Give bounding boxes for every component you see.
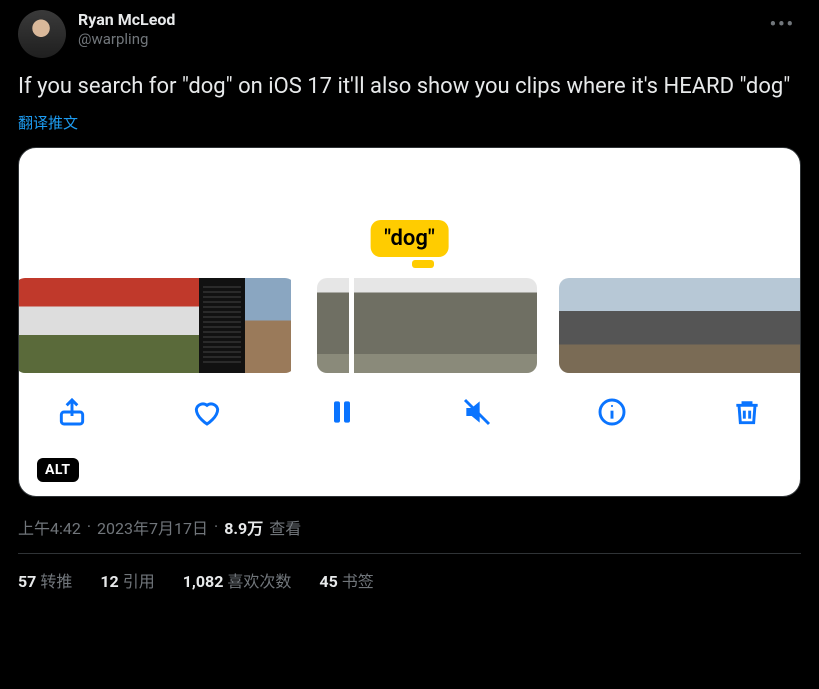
info-icon[interactable] xyxy=(595,395,629,429)
thumbnail xyxy=(732,278,775,373)
views-count: 8.9万 xyxy=(224,515,263,539)
thumbnail xyxy=(646,278,689,373)
pause-icon[interactable] xyxy=(325,395,359,429)
likes-count: 1,082 xyxy=(183,572,224,591)
trash-icon[interactable] xyxy=(730,395,764,429)
mute-icon[interactable] xyxy=(460,395,494,429)
caption-bubble: "dog" xyxy=(370,220,449,257)
views-label: 查看 xyxy=(269,515,301,539)
avatar[interactable] xyxy=(18,10,66,58)
tweet-time[interactable]: 上午4:42 xyxy=(18,515,81,539)
stats-row: 57转推 12 引用 1,082喜欢次数 45 书签 xyxy=(18,554,801,592)
clip-group[interactable] xyxy=(559,278,801,373)
retweets-count: 57 xyxy=(18,572,36,591)
alt-badge[interactable]: ALT xyxy=(37,458,79,482)
bookmarks-label: 书签 xyxy=(342,572,374,591)
thumbnail xyxy=(245,278,291,373)
quotes-stat[interactable]: 12 引用 xyxy=(100,568,154,592)
playhead-marker xyxy=(412,260,434,268)
bookmarks-count: 45 xyxy=(319,572,337,591)
media-top: "dog" xyxy=(19,148,800,278)
thumbnail xyxy=(427,278,537,373)
playhead-icon[interactable] xyxy=(349,278,354,373)
media-card[interactable]: "dog" xyxy=(18,147,801,497)
media-toolbar xyxy=(19,373,800,429)
video-timeline[interactable] xyxy=(19,278,800,373)
thumbnail xyxy=(18,278,61,373)
separator-dot: · xyxy=(214,517,218,536)
clip-group[interactable] xyxy=(18,278,295,373)
thumbnail xyxy=(107,278,153,373)
likes-stat[interactable]: 1,082喜欢次数 xyxy=(183,568,292,592)
thumbnail xyxy=(776,278,801,373)
quotes-count: 12 xyxy=(100,572,118,591)
clip-group[interactable] xyxy=(317,278,537,373)
thumbnail xyxy=(61,278,107,373)
thumbnail xyxy=(199,278,245,373)
thumbnail xyxy=(153,278,199,373)
thumbnail xyxy=(602,278,645,373)
display-name: Ryan McLeod xyxy=(78,10,175,30)
heart-icon[interactable] xyxy=(190,395,224,429)
retweets-stat[interactable]: 57转推 xyxy=(18,568,72,592)
tweet-date[interactable]: 2023年7月17日 xyxy=(97,515,208,539)
thumbnail xyxy=(559,278,602,373)
meta-row: 上午4:42 · 2023年7月17日 · 8.9万 查看 xyxy=(18,515,801,554)
author-block[interactable]: Ryan McLeod @warpling xyxy=(78,10,175,49)
tweet-text: If you search for "dog" on iOS 17 it'll … xyxy=(18,72,801,102)
tweet: Ryan McLeod @warpling ••• If you search … xyxy=(18,10,801,592)
separator-dot: · xyxy=(87,517,91,536)
tweet-header: Ryan McLeod @warpling ••• xyxy=(18,10,801,58)
handle: @warpling xyxy=(78,30,175,49)
likes-label: 喜欢次数 xyxy=(227,572,291,591)
translate-link[interactable]: 翻译推文 xyxy=(18,112,78,133)
more-icon[interactable]: ••• xyxy=(764,10,801,39)
quotes-label: 引用 xyxy=(123,572,155,591)
bookmarks-stat[interactable]: 45 书签 xyxy=(319,568,373,592)
retweets-label: 转推 xyxy=(40,572,72,591)
share-icon[interactable] xyxy=(55,395,89,429)
thumbnail xyxy=(689,278,732,373)
thumbnail xyxy=(317,278,427,373)
